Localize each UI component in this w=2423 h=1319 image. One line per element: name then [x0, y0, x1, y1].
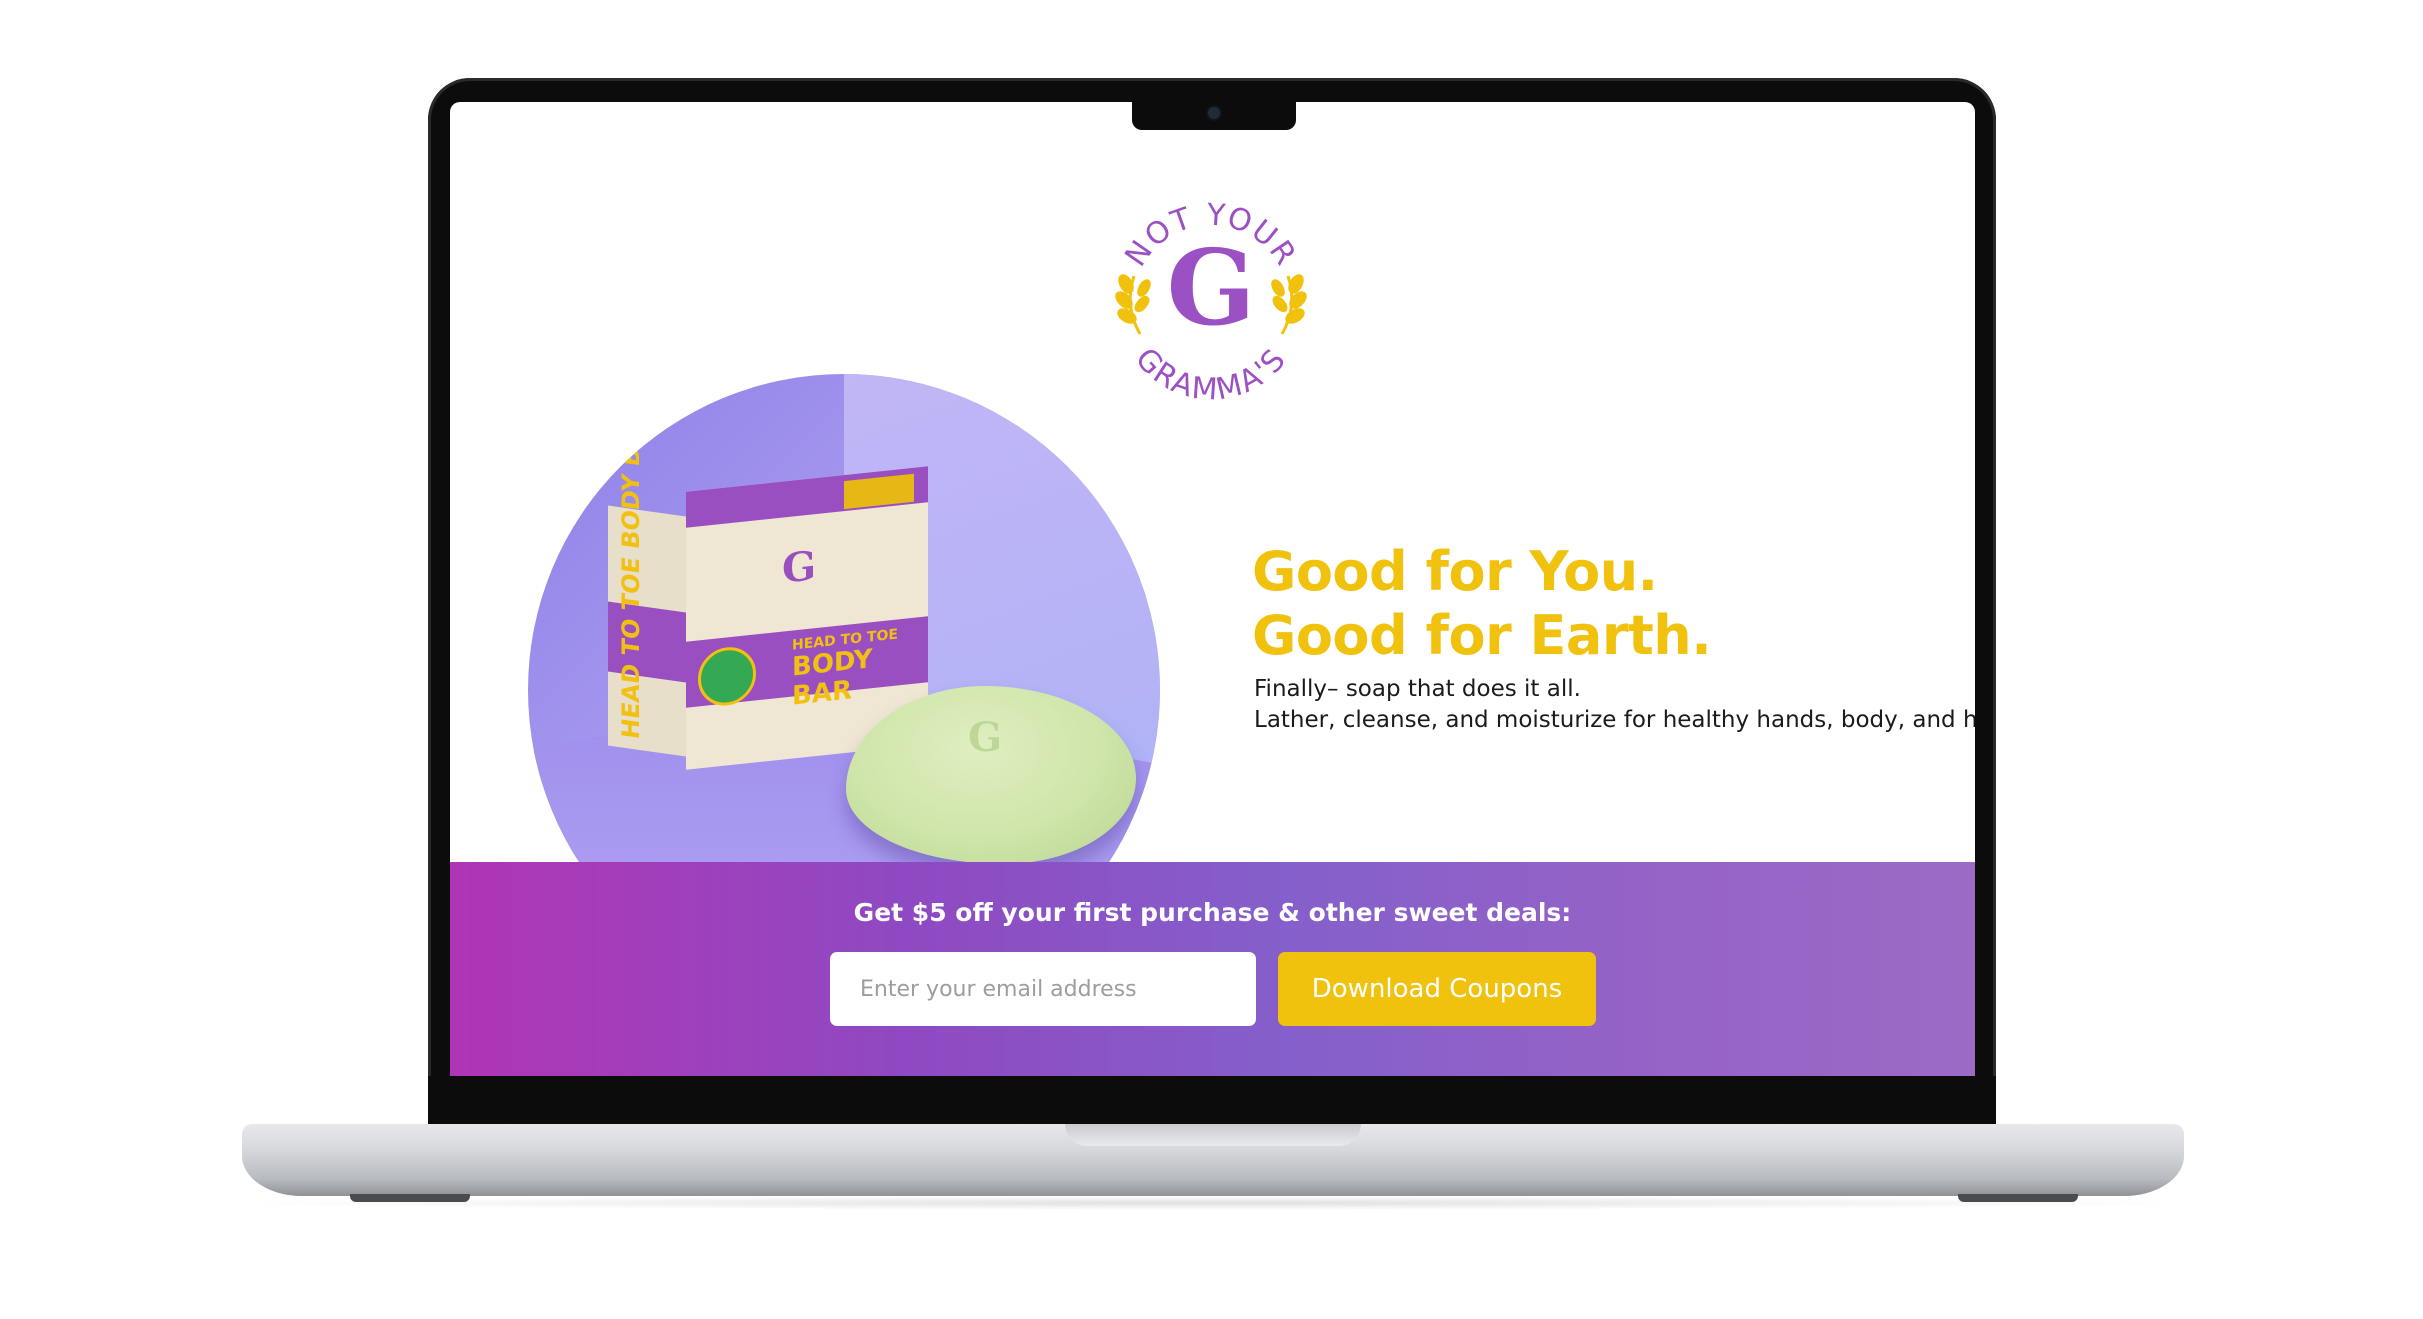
laptop-shadow	[210, 1196, 2216, 1210]
description-line-1: Finally– soap that does it all.	[1254, 676, 1581, 702]
headline-line-1: Good for You.	[1252, 540, 1658, 603]
signup-banner: Get $5 off your first purchase & other s…	[450, 862, 1975, 1076]
laptop-foot-left	[350, 1194, 470, 1202]
download-coupons-button[interactable]: Download Coupons	[1278, 952, 1596, 1026]
soap-bar: G	[846, 686, 1136, 864]
headline-line-2: Good for Earth.	[1252, 604, 1712, 667]
product-box-side: HEAD TO TOE BODY BAR	[608, 408, 686, 757]
logo-letter: G	[1166, 226, 1256, 349]
camera-icon	[1208, 107, 1220, 119]
hero-headline: Good for You. Good for Earth.	[1252, 540, 1712, 668]
camera-notch	[1132, 98, 1296, 130]
soap-embossed-letter: G	[968, 714, 1003, 761]
product-box-side-label: HEAD TO TOE BODY BAR	[617, 408, 645, 741]
signup-title: Get $5 off your first purchase & other s…	[853, 898, 1572, 927]
laptop-foot-right	[1958, 1194, 2078, 1202]
description-line-2: Lather, cleanse, and moisturize for heal…	[1254, 707, 1975, 733]
laptop-lid-opening-notch	[1065, 1124, 1361, 1146]
product-box-title: HEAD TO TOE BODY BAR	[792, 626, 898, 712]
email-input[interactable]	[830, 952, 1256, 1026]
laptop-bottom-bezel	[428, 1076, 1996, 1130]
laptop-screen: NOT YOUR GRAMMA'S G HEAD TO TOE BODY BAR…	[450, 102, 1975, 1076]
product-box-logo-letter: G	[782, 542, 817, 593]
laptop-base	[242, 1124, 2184, 1196]
hero-description: Finally– soap that does it all. Lather, …	[1254, 674, 1975, 736]
